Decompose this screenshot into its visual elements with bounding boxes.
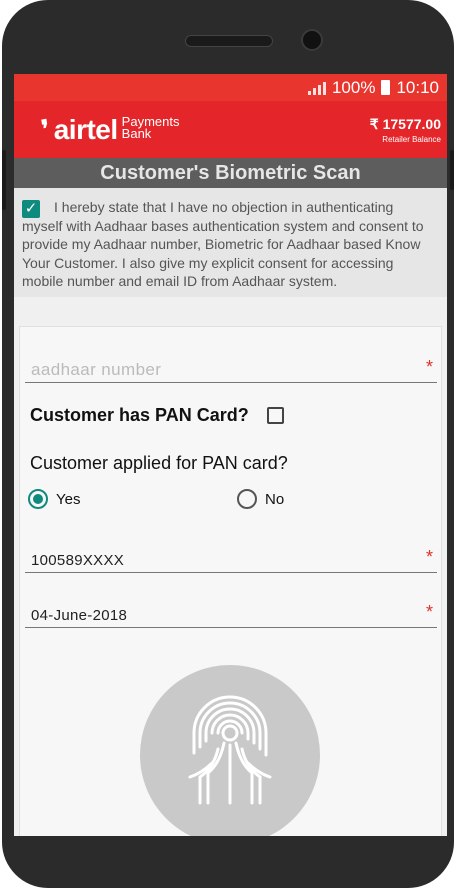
clock: 10:10 — [396, 77, 439, 97]
app-header: ❜ airtel Payments Bank ₹ 17577.00 Retail… — [14, 101, 447, 158]
page-title: Customer's Biometric Scan — [14, 158, 447, 188]
consent-checkbox[interactable]: ✓ — [22, 200, 40, 218]
pan-card-label: Customer has PAN Card? — [30, 405, 249, 425]
radio-yes[interactable]: Yes — [28, 489, 80, 509]
consent-block: ✓ I hereby state that I have no objectio… — [14, 188, 447, 297]
retailer-balance: ₹ 17577.00 Retailer Balance — [370, 116, 441, 144]
balance-amount: ₹ 17577.00 — [369, 115, 441, 132]
required-mark: * — [425, 602, 433, 622]
date-input[interactable]: 04-June-2018 * — [25, 600, 437, 628]
radio-no[interactable]: No — [237, 489, 284, 509]
volume-button — [2, 150, 6, 210]
airtel-swirl-icon: ❜ — [39, 115, 53, 144]
consent-text-first-line: I hereby state that I have no objection … — [54, 199, 394, 215]
balance-label: Retailer Balance — [382, 134, 441, 144]
battery-icon — [381, 80, 391, 95]
airtel-logo: ❜ airtel Payments Bank — [39, 113, 180, 145]
front-camera — [301, 29, 323, 51]
fingerprint-scan-button[interactable] — [140, 665, 320, 836]
consent-text: myself with Aadhaar bases authentication… — [22, 217, 424, 290]
fingerprint-icon — [188, 695, 272, 805]
phone-frame: 100% 10:10 ❜ airtel Payments Bank ₹ 1757… — [2, 0, 454, 888]
pan-card-checkbox[interactable] — [266, 407, 284, 424]
pan-applied-label: Customer applied for PAN card? — [30, 453, 288, 473]
form-card: aadhaar number * Customer has PAN Card? … — [19, 326, 442, 836]
battery-text: 100% — [331, 77, 376, 97]
number-input[interactable]: 100589XXXX * — [25, 545, 437, 573]
radio-no-button[interactable] — [237, 489, 257, 509]
radio-yes-button[interactable] — [28, 489, 48, 509]
power-button — [450, 150, 454, 190]
earpiece-speaker — [185, 35, 273, 47]
required-mark: * — [425, 547, 433, 567]
status-bar: 100% 10:10 — [14, 74, 447, 101]
aadhaar-number-input[interactable]: aadhaar number * — [25, 355, 437, 383]
required-mark: * — [425, 357, 433, 377]
screen: 100% 10:10 ❜ airtel Payments Bank ₹ 1757… — [14, 74, 447, 836]
signal-icon — [307, 81, 326, 95]
